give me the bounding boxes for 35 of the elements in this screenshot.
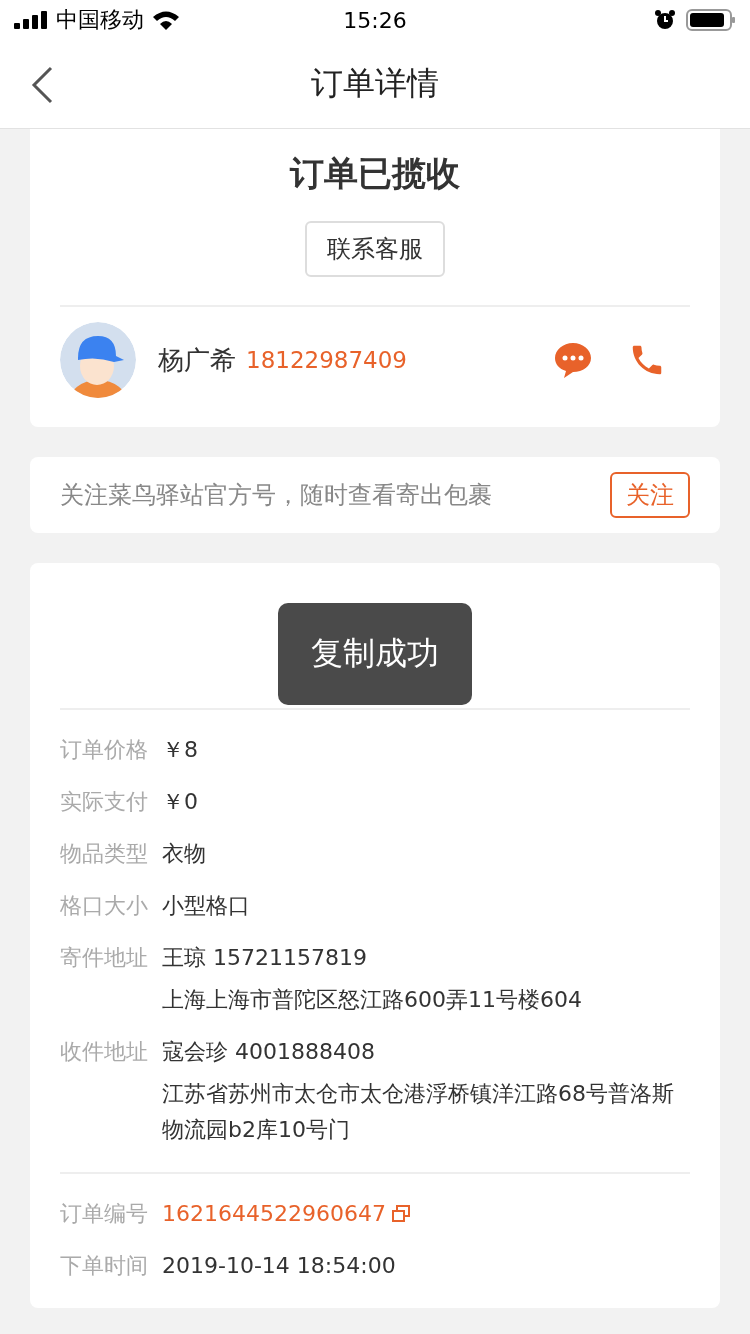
courier-phone[interactable]: 18122987409 [246, 347, 532, 373]
alarm-icon [654, 9, 676, 31]
order-number[interactable]: 1621644522960647 [162, 1196, 386, 1232]
toast: 复制成功 [278, 603, 472, 705]
field-label: 下单时间 [60, 1252, 148, 1280]
field-value: 江苏省苏州市太仓市太仓港浮桥镇洋江路68号普洛斯物流园b2库10号门 [162, 1080, 675, 1144]
field-label: 物品类型 [60, 840, 148, 868]
field-label: 收件地址 [60, 1038, 148, 1066]
follow-prompt: 关注菜鸟驿站官方号，随时查看寄出包裹 [60, 480, 492, 511]
copy-icon[interactable] [391, 1205, 410, 1223]
carrier-name: 中国移动 [56, 6, 144, 34]
order-status-title: 订单已揽收 [288, 152, 461, 195]
field-value: 衣物 [162, 840, 207, 868]
contact-service-button[interactable]: 联系客服 [305, 221, 445, 277]
field-label: 寄件地址 [60, 944, 148, 972]
field-label: 订单价格 [60, 736, 148, 764]
signal-icon [14, 11, 48, 29]
clock-time: 15:26 [343, 7, 407, 33]
field-label: 实际支付 [60, 788, 148, 816]
field-value: ￥8 [162, 736, 199, 764]
field-value: 2019-10-14 18:54:00 [162, 1252, 397, 1280]
field-value: 上海上海市普陀区怒江路600弄11号楼604 [162, 986, 583, 1014]
field-label: 格口大小 [60, 892, 148, 920]
follow-button[interactable]: 关注 [610, 472, 690, 518]
back-icon[interactable] [30, 66, 54, 104]
chat-icon[interactable] [554, 341, 592, 379]
field-value: 王琼 15721157819 [162, 944, 368, 972]
page-title: 订单详情 [311, 63, 439, 104]
field-value: 寇会珍 4001888408 [162, 1038, 376, 1066]
battery-icon [686, 9, 736, 31]
wifi-icon [152, 10, 180, 30]
field-value: ￥0 [162, 788, 199, 816]
courier-name: 杨广希 [158, 343, 236, 377]
field-value: 小型格口 [162, 892, 251, 920]
field-label: 订单编号 [60, 1200, 148, 1228]
